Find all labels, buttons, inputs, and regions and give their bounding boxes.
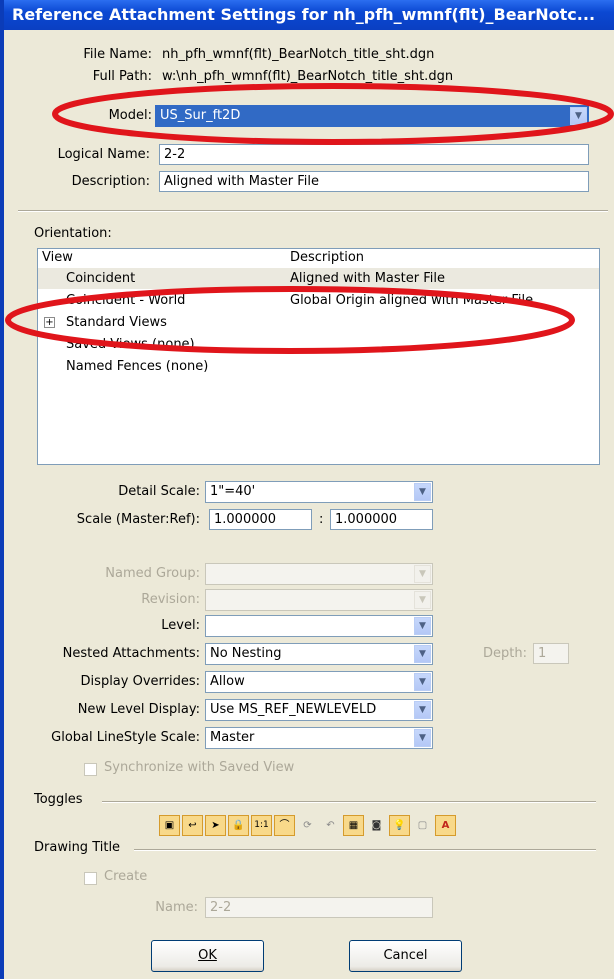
chevron-down-icon[interactable]: ▼ xyxy=(570,107,587,125)
master-scale-input[interactable]: 1.000000 xyxy=(209,509,312,530)
name-input: 2-2 xyxy=(205,897,433,918)
view-cell: Coincident - World xyxy=(66,293,186,308)
orientation-label: Orientation: xyxy=(34,226,112,241)
model-label: Model: xyxy=(108,108,152,123)
toggles-label: Toggles xyxy=(34,792,83,807)
chevron-down-icon[interactable]: ▼ xyxy=(414,673,431,691)
chevron-down-icon[interactable]: ▼ xyxy=(414,483,431,501)
revision-select: ▼ xyxy=(205,589,433,611)
scale-label: Scale (Master:Ref): xyxy=(76,512,200,527)
view-cell: Coincident xyxy=(66,271,136,286)
column-header-view[interactable]: View xyxy=(42,249,73,267)
logical-name-label: Logical Name: xyxy=(57,147,150,162)
display-overrides-value: Allow xyxy=(210,674,245,689)
chevron-down-icon: ▼ xyxy=(414,565,431,583)
create-checkbox xyxy=(84,872,97,885)
create-label: Create xyxy=(104,869,148,884)
dialog-window: Reference Attachment Settings for nh_pfh… xyxy=(0,0,614,979)
nested-attachments-select[interactable]: No Nesting ▼ xyxy=(205,643,433,665)
raster-toggle-icon[interactable]: ◙ xyxy=(366,815,387,836)
detail-scale-label: Detail Scale: xyxy=(118,484,200,499)
ref-scale-input[interactable]: 1.000000 xyxy=(330,509,433,530)
level-label: Level: xyxy=(161,618,200,633)
global-linestyle-scale-label: Global LineStyle Scale: xyxy=(51,730,200,745)
description-cell: Aligned with Master File xyxy=(290,271,445,286)
global-linestyle-scale-select[interactable]: Master ▼ xyxy=(205,727,433,749)
cancel-button[interactable]: Cancel xyxy=(349,940,462,972)
drawing-title-label: Drawing Title xyxy=(34,840,121,855)
view-cell: Standard Views xyxy=(66,315,167,330)
list-header: View Description xyxy=(38,249,599,267)
window-title[interactable]: Reference Attachment Settings for nh_pfh… xyxy=(4,0,614,30)
level-select[interactable]: ▼ xyxy=(205,615,433,637)
list-item[interactable]: Named Fences (none) xyxy=(38,356,599,377)
light-bulb-toggle-icon[interactable]: 💡 xyxy=(389,815,410,836)
file-name-label: File Name: xyxy=(83,47,152,62)
detail-scale-value: 1"=40' xyxy=(210,484,256,499)
depth-input: 1 xyxy=(533,643,569,664)
full-path-label: Full Path: xyxy=(92,69,152,84)
new-level-display-value: Use MS_REF_NEWLEVELD xyxy=(210,702,377,717)
detail-scale-select[interactable]: 1"=40' ▼ xyxy=(205,481,433,503)
name-label: Name: xyxy=(155,900,198,915)
cancel-button-label: Cancel xyxy=(383,948,428,963)
list-item[interactable]: Saved Views (none) xyxy=(38,334,599,355)
synchronize-label: Synchronize with Saved View xyxy=(104,760,295,775)
new-level-display-label: New Level Display: xyxy=(77,702,200,717)
ok-button-label: OK xyxy=(198,948,217,963)
orientation-list[interactable]: View Description Coincident Aligned with… xyxy=(37,248,600,465)
true-scale-toggle-icon[interactable]: 1:1 xyxy=(251,815,272,836)
display-overrides-select[interactable]: Allow ▼ xyxy=(205,671,433,693)
description-input[interactable]: Aligned with Master File xyxy=(159,171,589,192)
view-cell: Named Fences (none) xyxy=(66,359,209,374)
depth-label: Depth: xyxy=(483,646,527,661)
display-overrides-label: Display Overrides: xyxy=(80,674,200,689)
level-table-toggle-icon[interactable]: ▦ xyxy=(343,815,364,836)
revision-label: Revision: xyxy=(141,592,200,607)
drawing-title-divider xyxy=(134,849,596,851)
list-item[interactable]: Coincident - World Global Origin aligned… xyxy=(38,290,599,311)
synchronize-checkbox xyxy=(84,763,97,776)
named-group-label: Named Group: xyxy=(105,566,200,581)
model-select-value: US_Sur_ft2D xyxy=(160,108,241,123)
scale-colon: : xyxy=(319,512,324,527)
chevron-down-icon[interactable]: ▼ xyxy=(414,617,431,635)
model-select[interactable]: US_Sur_ft2D ▼ xyxy=(155,105,589,127)
snap-toggle-icon[interactable]: ↩ xyxy=(182,815,203,836)
ignore-attachment-toggle-icon[interactable]: ⌒ xyxy=(274,815,295,836)
global-linestyle-scale-value: Master xyxy=(210,730,255,745)
toggles-divider xyxy=(102,801,596,803)
view-cell: Saved Views (none) xyxy=(66,337,195,352)
column-header-description[interactable]: Description xyxy=(290,249,364,267)
chevron-down-icon[interactable]: ▼ xyxy=(414,645,431,663)
chevron-down-icon[interactable]: ▼ xyxy=(414,701,431,719)
treat-as-element-toggle-icon[interactable]: ⟳ xyxy=(297,815,318,836)
nested-attachments-label: Nested Attachments: xyxy=(62,646,200,661)
clip-toggle-icon[interactable]: ▢ xyxy=(412,815,433,836)
chevron-down-icon: ▼ xyxy=(414,591,431,609)
font-toggle-icon[interactable]: A xyxy=(435,815,456,836)
logical-name-input[interactable]: 2-2 xyxy=(159,144,589,165)
file-name-value: nh_pfh_wmnf(flt)_BearNotch_title_sht.dgn xyxy=(162,47,435,62)
expand-icon[interactable]: + xyxy=(44,317,55,328)
display-toggle-icon[interactable]: ▣ xyxy=(159,815,180,836)
lock-toggle-icon[interactable]: 🔒 xyxy=(228,815,249,836)
chevron-down-icon[interactable]: ▼ xyxy=(414,729,431,747)
named-group-select: ▼ xyxy=(205,563,433,585)
ok-button[interactable]: OK xyxy=(151,940,264,972)
section-divider xyxy=(18,210,608,212)
list-item[interactable]: + Standard Views xyxy=(38,312,599,333)
nested-attachments-value: No Nesting xyxy=(210,646,282,661)
locate-toggle-icon[interactable]: ➤ xyxy=(205,815,226,836)
new-level-display-select[interactable]: Use MS_REF_NEWLEVELD ▼ xyxy=(205,699,433,721)
list-item[interactable]: Coincident Aligned with Master File xyxy=(38,268,599,289)
description-cell: Global Origin aligned with Master File xyxy=(290,293,534,308)
description-label: Description: xyxy=(71,174,150,189)
full-path-value: w:\nh_pfh_wmnf(flt)_BearNotch_title_sht.… xyxy=(162,69,454,84)
use-lights-toggle-icon[interactable]: ↶ xyxy=(320,815,341,836)
